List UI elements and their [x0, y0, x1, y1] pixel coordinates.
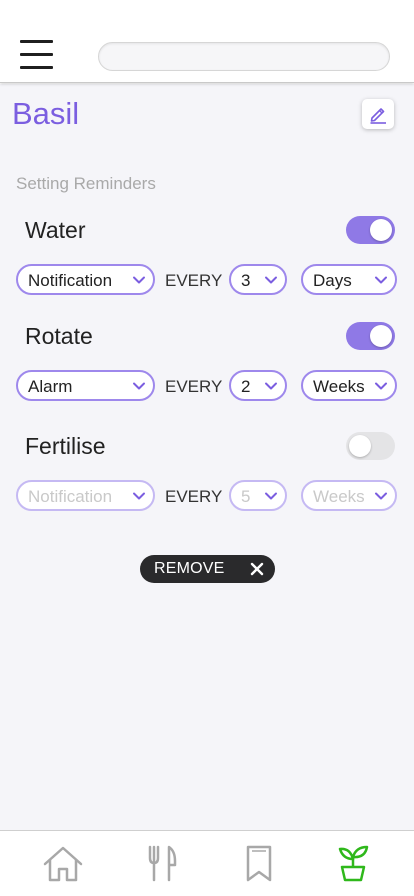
every-label: EVERY: [165, 271, 223, 290]
select-value: Days: [313, 271, 352, 290]
toggle-water[interactable]: [346, 216, 395, 244]
every-label: EVERY: [165, 377, 223, 396]
toggle-knob: [370, 219, 392, 241]
select-value: 5: [241, 487, 251, 506]
menu-icon[interactable]: [20, 40, 54, 70]
section-label: Setting Reminders: [16, 174, 156, 193]
chevron-down-icon: [133, 276, 145, 284]
select-value: Weeks: [313, 377, 365, 396]
plant-name: Basil: [12, 96, 80, 131]
toggle-fertilise[interactable]: [346, 432, 395, 460]
unit-select-fertilise[interactable]: Weeks: [301, 480, 397, 511]
select-value: Weeks: [313, 487, 365, 506]
reminder-type-select-rotate[interactable]: Alarm: [16, 370, 155, 401]
select-value: Notification: [28, 271, 113, 290]
search-input[interactable]: [98, 42, 390, 71]
every-label: EVERY: [165, 487, 223, 506]
bookmark-icon: [246, 845, 272, 882]
reminder-name-fertilise: Fertilise: [25, 433, 106, 459]
nav-plants[interactable]: [331, 843, 375, 883]
nav-home[interactable]: [41, 843, 85, 883]
chevron-down-icon: [375, 382, 387, 390]
menu-line: [20, 53, 53, 56]
unit-select-water[interactable]: Days: [301, 264, 397, 295]
nav-saved[interactable]: [237, 843, 281, 883]
close-icon: [250, 562, 264, 576]
chevron-down-icon: [265, 276, 277, 284]
reminder-type-select-fertilise[interactable]: Notification: [16, 480, 155, 511]
chevron-down-icon: [375, 492, 387, 500]
remove-label: REMOVE: [154, 560, 225, 577]
bottom-nav: [0, 830, 414, 896]
unit-select-rotate[interactable]: Weeks: [301, 370, 397, 401]
select-value: Notification: [28, 487, 113, 506]
pencil-icon: [370, 108, 386, 124]
menu-line: [20, 40, 53, 43]
select-value: Alarm: [28, 377, 73, 396]
interval-select-fertilise[interactable]: 5: [229, 480, 287, 511]
select-value: 3: [241, 271, 251, 290]
toggle-rotate[interactable]: [346, 322, 395, 350]
plant-icon: [338, 845, 369, 882]
chevron-down-icon: [265, 492, 277, 500]
reminder-name-rotate: Rotate: [25, 323, 93, 349]
fork-knife-icon: [148, 845, 177, 882]
remove-button[interactable]: REMOVE: [140, 555, 275, 583]
chevron-down-icon: [375, 276, 387, 284]
interval-select-water[interactable]: 3: [229, 264, 287, 295]
reminder-name-water: Water: [25, 217, 86, 243]
nav-recipes[interactable]: [139, 843, 183, 883]
interval-select-rotate[interactable]: 2: [229, 370, 287, 401]
reminder-settings-panel: Basil Setting Reminders Water Notificati…: [0, 84, 414, 830]
toggle-knob: [349, 435, 371, 457]
chevron-down-icon: [133, 492, 145, 500]
home-icon: [43, 846, 83, 882]
menu-line: [20, 66, 53, 69]
app-header: [0, 0, 414, 83]
select-value: 2: [241, 377, 251, 396]
toggle-knob: [370, 325, 392, 347]
chevron-down-icon: [265, 382, 277, 390]
edit-button[interactable]: [362, 99, 394, 129]
chevron-down-icon: [133, 382, 145, 390]
reminder-type-select-water[interactable]: Notification: [16, 264, 155, 295]
